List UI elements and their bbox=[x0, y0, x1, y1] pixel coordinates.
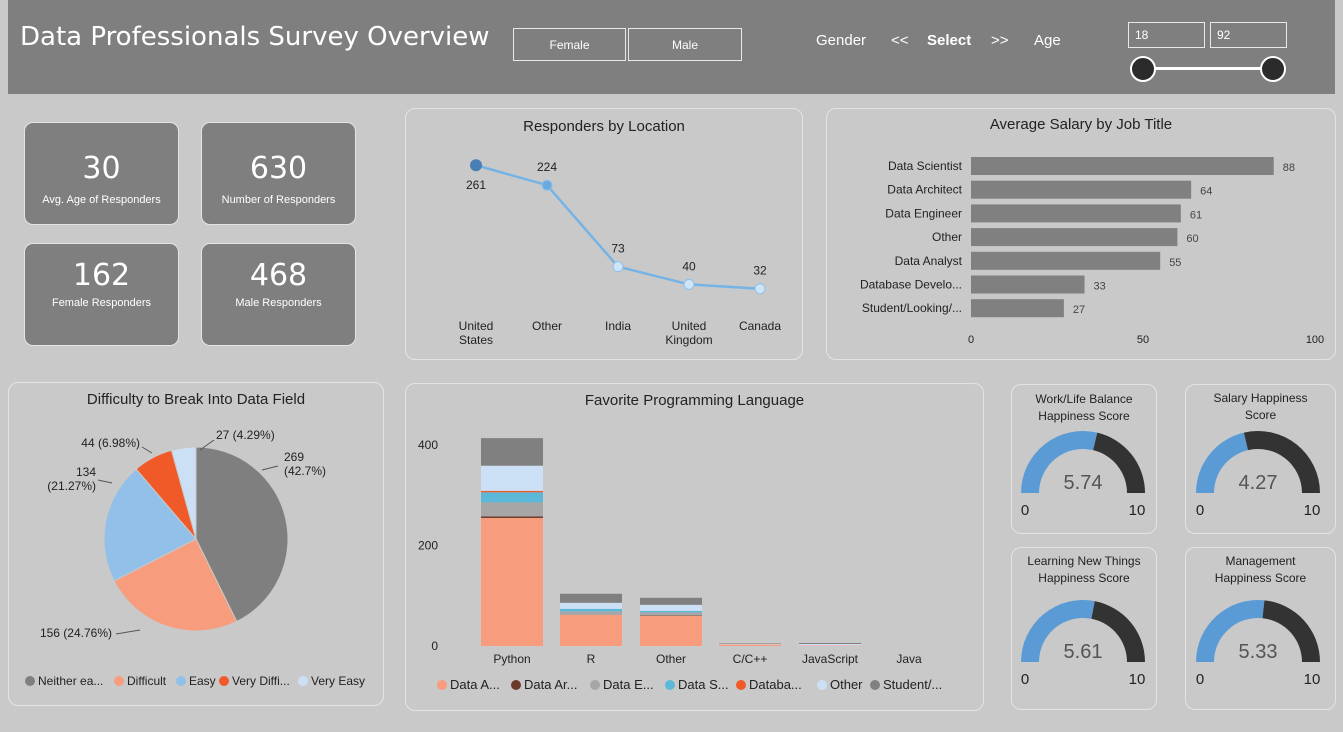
gauge-panel-management: Management Happiness Score bbox=[1185, 547, 1336, 710]
page-title: Data Professionals Survey Overview bbox=[20, 22, 490, 52]
salary-chart-panel: Average Salary by Job Title bbox=[826, 108, 1336, 360]
kpi-value: 30 bbox=[82, 151, 121, 186]
kpi-card-responders: 630 Number of Responders bbox=[201, 122, 356, 225]
chart-title: Responders by Location bbox=[523, 118, 685, 135]
kpi-card-avg-age: 30 Avg. Age of Responders bbox=[24, 122, 179, 225]
gauge-title: Salary Happiness Score bbox=[1213, 391, 1308, 422]
male-filter-button[interactable]: Male bbox=[628, 28, 742, 61]
chart-title: Average Salary by Job Title bbox=[989, 116, 1173, 133]
gauge-panel-salary: Salary Happiness Score bbox=[1185, 384, 1336, 534]
gender-label: Gender bbox=[816, 32, 867, 49]
age-slider-min-handle[interactable] bbox=[1130, 56, 1156, 82]
gauge-title: Management Happiness Score bbox=[1214, 554, 1307, 585]
pie-chart-panel: Difficulty to Break Into Data Field bbox=[8, 382, 384, 706]
age-slider-max-handle[interactable] bbox=[1260, 56, 1286, 82]
gauge-panel-worklife: Work/Life Balance Happiness Score bbox=[1011, 384, 1157, 534]
kpi-card-male: 468 Male Responders bbox=[201, 243, 356, 346]
chart-title: Difficulty to Break Into Data Field bbox=[86, 391, 306, 408]
location-chart-panel: Responders by Location bbox=[405, 108, 803, 360]
select-button[interactable]: Select bbox=[927, 32, 971, 49]
age-max-input[interactable]: 92 bbox=[1210, 22, 1287, 48]
gauge-title: Work/Life Balance Happiness Score bbox=[1035, 392, 1133, 423]
kpi-value: 468 bbox=[249, 258, 308, 293]
kpi-value: 630 bbox=[249, 151, 308, 186]
language-chart-panel: Favorite Programming Language bbox=[405, 383, 984, 711]
age-min-input[interactable]: 18 bbox=[1128, 22, 1205, 48]
age-slider-track[interactable] bbox=[1142, 67, 1274, 70]
kpi-value: 162 bbox=[72, 258, 131, 293]
gauge-title: Learning New Things Happiness Score bbox=[1027, 554, 1141, 585]
chart-title: Favorite Programming Language bbox=[584, 392, 805, 409]
kpi-label: Male Responders bbox=[235, 297, 322, 309]
female-filter-button[interactable]: Female bbox=[513, 28, 626, 61]
gauge-panel-learning: Learning New Things Happiness Score bbox=[1011, 547, 1157, 710]
prev-button[interactable]: << bbox=[891, 32, 909, 49]
age-label: Age bbox=[1034, 32, 1061, 49]
kpi-card-female: 162 Female Responders bbox=[24, 243, 179, 346]
next-button[interactable]: >> bbox=[991, 32, 1009, 49]
kpi-label: Number of Responders bbox=[221, 194, 336, 206]
kpi-label: Female Responders bbox=[51, 297, 152, 309]
kpi-label: Avg. Age of Responders bbox=[42, 194, 161, 206]
